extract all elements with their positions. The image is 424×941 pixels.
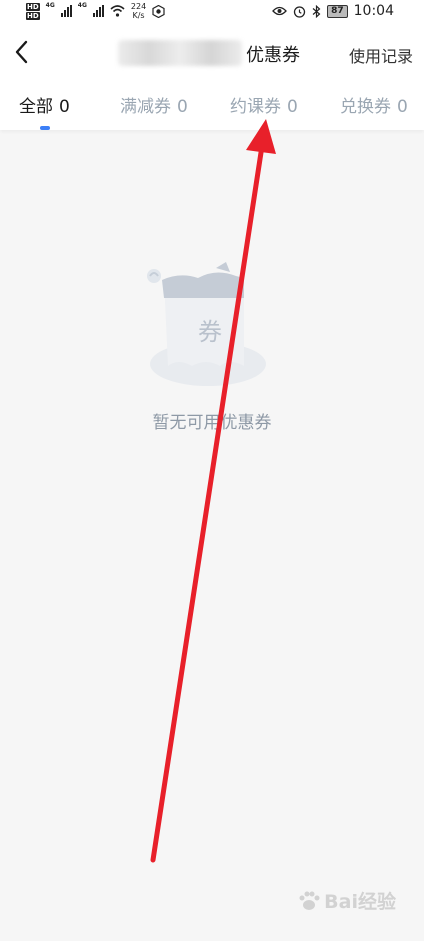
paw-icon [299, 891, 320, 910]
signal-icon-2 [92, 5, 104, 17]
hd-badge-2: HD [26, 11, 40, 20]
network-speed: 224 K/s [131, 2, 146, 20]
tab-discount-count: 0 [177, 97, 188, 117]
status-right: 87 10:04 [272, 3, 394, 19]
watermark-text: Bai经验 [324, 891, 396, 913]
app-notification-icon [152, 4, 165, 18]
tab-class-booking-count: 0 [287, 97, 298, 117]
eye-icon [272, 6, 287, 16]
network-speed-value: 224 [130, 2, 147, 11]
active-tab-indicator [40, 126, 50, 130]
back-button[interactable] [10, 36, 38, 68]
tab-exchange[interactable]: 兑换券 0 [340, 92, 408, 117]
tab-discount-label: 满减券 [120, 97, 171, 117]
hd-indicators: HD HD [26, 2, 40, 20]
wifi-icon [110, 5, 125, 17]
coupon-illustration-icon: 券 [147, 262, 266, 386]
tab-class-booking-label: 约课券 [230, 97, 281, 117]
back-icon [15, 40, 28, 64]
usage-record-link[interactable]: 使用记录 [349, 43, 413, 67]
battery-icon: 87 [327, 4, 348, 18]
tab-all[interactable]: 全部 0 [19, 92, 70, 117]
coupon-tabs: 全部 0 满减券 0 约课券 0 兑换券 0 [0, 80, 424, 130]
tab-all-count: 0 [59, 97, 70, 117]
nav-bar: 优惠券 使用记录 [0, 24, 424, 80]
page-title: 优惠券 [246, 45, 300, 66]
blurred-title-region [118, 40, 242, 66]
bluetooth-icon [312, 4, 321, 18]
signal-icon [60, 5, 72, 17]
net-gen-2: 4G [77, 2, 87, 9]
annotation-arrow [150, 119, 276, 863]
tab-exchange-count: 0 [397, 97, 408, 117]
net-gen-1: 4G [45, 2, 55, 9]
tab-class-booking[interactable]: 约课券 0 [230, 92, 298, 117]
status-bar: HD HD 4G 4G 224 K/s 87 10:04 [0, 0, 424, 24]
network-speed-unit: K/s [132, 11, 145, 20]
tab-discount[interactable]: 满减券 0 [120, 92, 188, 117]
empty-state-message: 暂无可用优惠券 [152, 413, 272, 433]
status-left: HD HD 4G 4G 224 K/s [26, 2, 165, 20]
tab-all-label: 全部 [19, 97, 53, 117]
watermark: Bai经验 [298, 887, 396, 914]
alarm-icon [293, 5, 306, 18]
clock-time: 10:04 [353, 3, 394, 19]
coupon-illustration-text: 券 [198, 318, 222, 346]
tab-exchange-label: 兑换券 [340, 97, 391, 117]
hd-badge-1: HD [26, 2, 40, 11]
